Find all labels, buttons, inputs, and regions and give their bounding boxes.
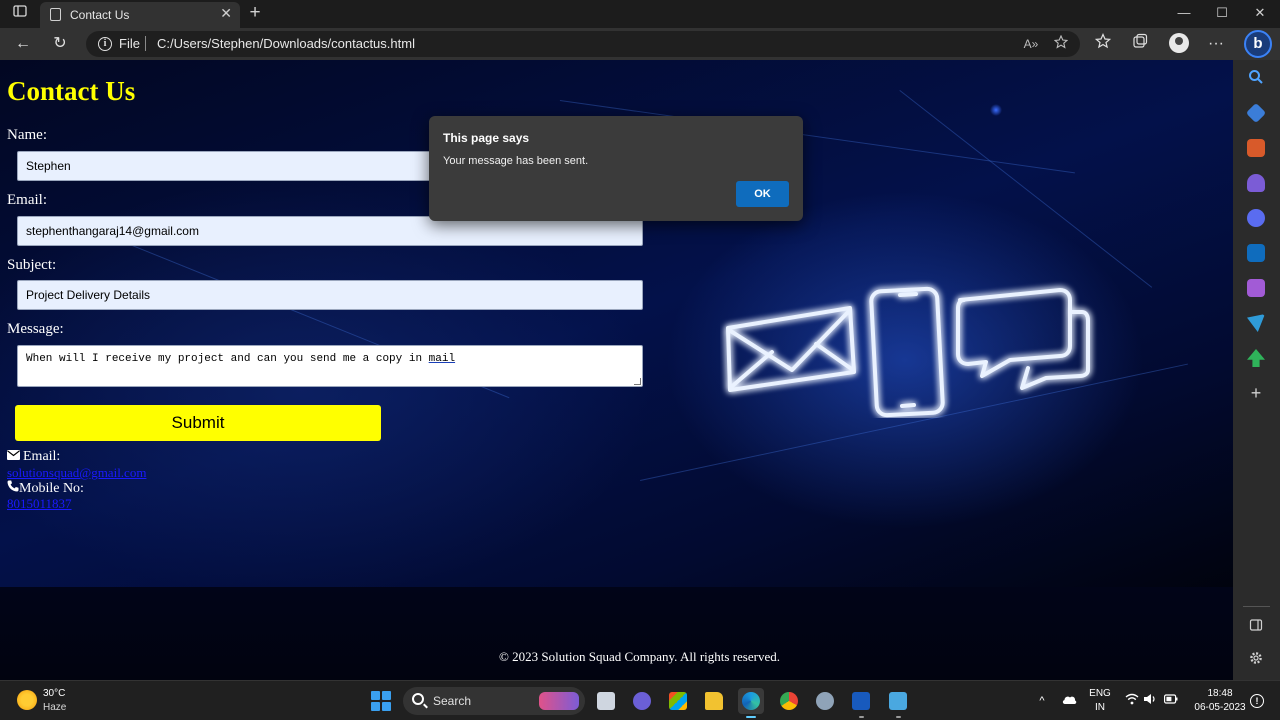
scheme-label: File [119,36,140,51]
url-text[interactable]: C:/Users/Stephen/Downloads/contactus.htm… [157,36,415,51]
onedrive-cloud-icon[interactable] [1061,693,1077,709]
subject-label: Subject: [7,257,57,273]
settings-app[interactable] [812,688,838,714]
sidebar-settings-icon[interactable] [1247,651,1265,669]
message-text: When will I receive my project and can y… [26,353,429,365]
edge-app[interactable] [738,688,764,718]
add-favorite-icon[interactable] [1052,34,1070,53]
clock-time[interactable]: 18:48 [1186,688,1254,699]
sidebar-microsoft365-icon[interactable] [1247,209,1265,227]
collections-icon[interactable] [1128,33,1152,55]
tab-title: Contact Us [70,8,130,22]
taskbar-search[interactable]: Search [403,687,585,715]
tab-contact-us[interactable]: Contact Us ✕ [40,2,240,28]
contact-email-label-text: Email: [23,449,61,464]
sidebar-shopping-icon[interactable] [1245,102,1267,124]
dialog-message: Your message has been sent. [443,155,589,167]
region-indicator[interactable]: IN [1088,702,1112,713]
favorites-icon[interactable] [1091,33,1115,55]
word-app[interactable] [848,688,874,718]
store-app[interactable] [665,688,691,714]
contact-email-label: Email: [7,449,60,465]
info-icon[interactable]: i [98,37,112,51]
network-line [899,90,1153,288]
sidebar-tree-icon[interactable] [1247,349,1265,367]
language-indicator[interactable]: ENG [1088,688,1112,699]
sidebar-search-icon[interactable] [1247,69,1265,87]
browser-sidebar: + [1233,60,1280,680]
back-button[interactable]: ← [11,33,35,55]
message-label: Message: [7,321,64,337]
contact-mobile-label-text: Mobile No: [19,481,84,496]
sidebar-tools-icon[interactable] [1247,139,1265,157]
message-misspelled-word: mail [428,353,456,365]
neon-envelope-icon [726,306,856,392]
submit-button[interactable]: Submit [15,405,381,441]
copyright-text: © 2023 Solution Squad Company. All right… [499,649,780,664]
page-icon [50,8,61,21]
task-view-app[interactable] [593,688,619,714]
search-label: Search [433,694,472,708]
search-highlight-icon [539,692,579,710]
minimize-button[interactable]: — [1169,4,1199,24]
neon-phone-icon [869,286,945,418]
weather-condition[interactable]: Haze [43,702,66,713]
sidebar-add-icon[interactable]: + [1247,384,1265,402]
browser-toolbar: ← ↻ i File C:/Users/Stephen/Downloads/co… [0,28,1280,60]
contact-mobile-link[interactable]: 8015011837 [7,496,72,512]
sidebar-games-icon[interactable] [1247,174,1265,192]
subject-field[interactable]: Project Delivery Details [17,280,643,310]
search-icon [412,693,424,705]
page-viewport: Contact Us Name: Stephen Email: stephent… [0,60,1233,680]
envelope-icon [7,449,20,465]
dialog-ok-button[interactable]: OK [736,181,789,207]
alert-dialog: This page says Your message has been sen… [429,116,803,221]
phone-icon [7,480,19,497]
close-tab-icon[interactable]: ✕ [220,5,232,22]
refresh-button[interactable]: ↻ [48,33,72,55]
tray-chevron-icon[interactable]: ^ [1034,693,1050,709]
page-title: Contact Us [7,76,136,106]
teams-app[interactable] [629,688,655,714]
weather-sun-icon[interactable] [17,690,37,710]
sidebar-designer-icon[interactable] [1247,279,1265,297]
file-explorer-app[interactable] [701,688,727,714]
new-tab-button[interactable]: + [244,3,266,25]
neon-contact-illustration [726,286,1090,418]
wifi-icon[interactable] [1124,693,1140,709]
taskbar: 30°C Haze Search ^ ENG IN 18:48 06-05-20… [0,680,1280,720]
browser-tab-bar: Contact Us ✕ + — ☐ ✕ [0,0,1280,28]
resize-handle-icon[interactable] [634,378,641,385]
volume-icon[interactable] [1142,693,1158,709]
battery-icon[interactable] [1163,693,1179,709]
sidebar-hide-icon[interactable] [1247,618,1265,636]
chrome-app[interactable] [776,688,802,714]
window-close-button[interactable]: ✕ [1245,4,1275,24]
sidebar-outlook-icon[interactable] [1247,244,1265,262]
notepad-app[interactable] [885,688,911,718]
address-separator [145,36,146,51]
email-label: Email: [7,192,47,208]
weather-temperature[interactable]: 30°C [43,688,65,699]
neon-chat-icon [956,288,1090,390]
notification-icon[interactable]: ! [1250,694,1264,708]
bing-copilot-icon[interactable]: b [1244,30,1272,58]
tab-actions-icon[interactable] [9,4,31,24]
maximize-button[interactable]: ☐ [1207,4,1237,24]
footer-band [0,587,1233,680]
address-bar[interactable]: i File C:/Users/Stephen/Downloads/contac… [86,31,1080,57]
dialog-title: This page says [443,131,530,145]
profile-avatar[interactable] [1169,33,1189,53]
start-button[interactable] [371,691,391,711]
more-menu-icon[interactable]: ··· [1204,33,1228,55]
contact-mobile-label: Mobile No: [7,480,84,497]
read-aloud-icon[interactable]: A» [1022,35,1040,53]
message-textarea[interactable]: When will I receive my project and can y… [17,345,643,387]
clock-date[interactable]: 06-05-2023 [1186,702,1254,713]
contact-email-link[interactable]: solutionsquad@gmail.com [7,465,146,481]
name-label: Name: [7,127,47,143]
sidebar-divider [1243,606,1270,607]
sidebar-drop-icon[interactable] [1247,314,1265,332]
